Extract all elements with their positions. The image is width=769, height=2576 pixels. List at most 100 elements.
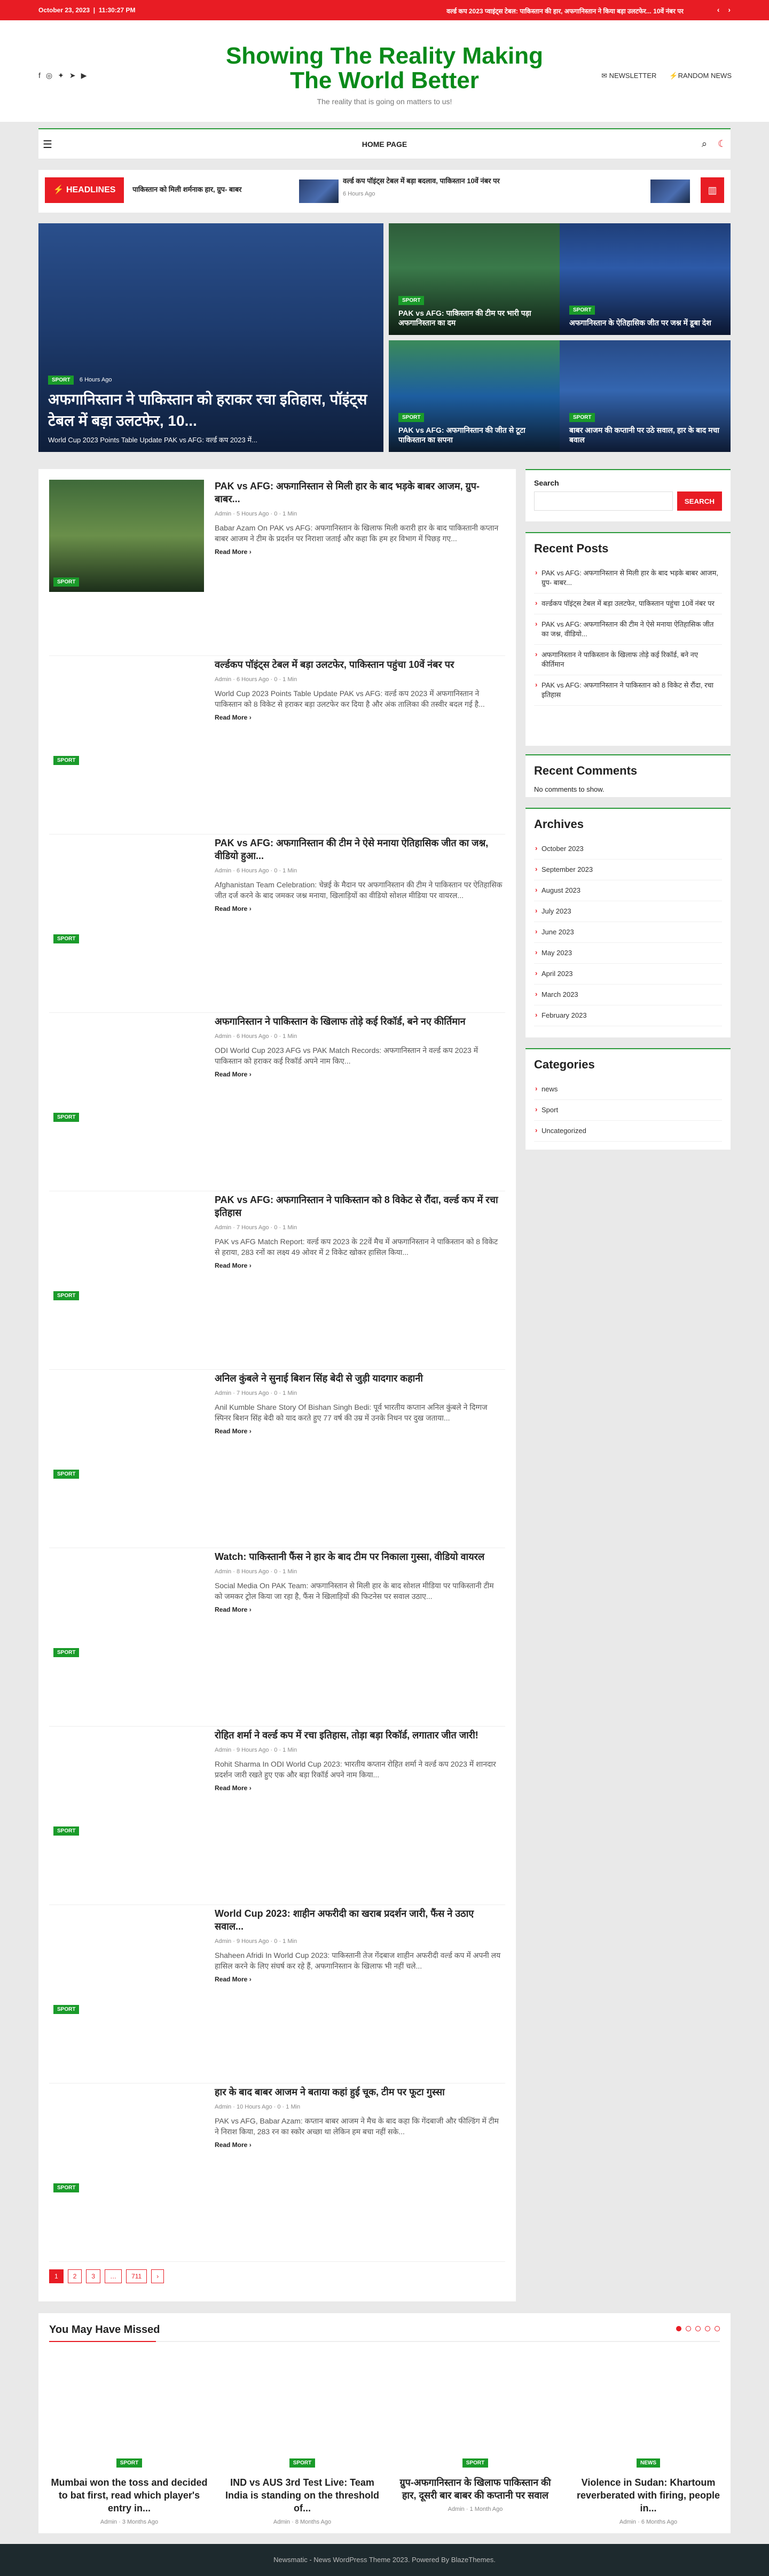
card-title[interactable]: ग्रुप-अफगानिस्तान के खिलाफ पाकिस्तान की … [395, 2476, 555, 2502]
post-title[interactable]: अफगानिस्तान ने पाकिस्तान के खिलाफ तोड़े … [215, 1015, 503, 1028]
post-title[interactable]: रोहित शर्मा ने वर्ल्ड कप में रचा इतिहास,… [215, 1729, 503, 1742]
missed-card[interactable]: SPORT IND vs AUS 3rd Test Live: Team Indi… [222, 2367, 382, 2525]
hero-post[interactable]: SPORT अफगानिस्तान के ऐतिहासिक जीत पर जश्न… [560, 223, 731, 335]
category-tag[interactable]: SPORT [289, 2458, 316, 2468]
archives-item[interactable]: April 2023 [534, 964, 722, 985]
page-link[interactable]: 1 [49, 2269, 64, 2283]
site-title[interactable]: Showing The Reality Making The World Bet… [224, 44, 545, 93]
random-news-link[interactable]: ⚡RANDOM NEWS [669, 72, 732, 80]
hero-post[interactable]: SPORT PAK vs AFG: अफगानिस्तान की जीत से ट… [389, 340, 560, 452]
headline-title[interactable]: वर्ल्ड कप पॉइंट्स टेबल में बड़ा बदलाव, प… [343, 176, 621, 186]
hero-post[interactable]: SPORT PAK vs AFG: पाकिस्तान की टीम पर भार… [389, 223, 560, 335]
post-thumbnail[interactable]: SPORT [49, 1907, 204, 2019]
headline-thumbnail[interactable] [650, 179, 690, 203]
archives-item[interactable]: March 2023 [534, 985, 722, 1005]
headline-title[interactable]: पाकिस्तान को मिली शर्मनाक हार, ग्रुप- बा… [132, 185, 293, 194]
archives-item[interactable]: September 2023 [534, 860, 722, 880]
read-more-link[interactable]: Read More › [215, 548, 503, 556]
post-title[interactable]: Watch: पाकिस्तानी फैंस ने हार के बाद टीम… [215, 1550, 503, 1563]
post-thumbnail[interactable]: SPORT [49, 1550, 204, 1662]
archives-item[interactable]: May 2023 [534, 943, 722, 964]
read-more-link[interactable]: Read More › [215, 1784, 503, 1792]
post-thumbnail[interactable]: SPORT [49, 658, 204, 770]
category-tag[interactable]: SPORT [53, 2005, 80, 2014]
page-link[interactable]: 711 [126, 2269, 147, 2283]
category-tag[interactable]: SPORT [569, 306, 595, 315]
recent-item[interactable]: वर्ल्डकप पॉइंट्स टेबल में बड़ा उलटफेर, प… [534, 594, 722, 614]
category-tag[interactable]: SPORT [48, 376, 74, 385]
post-thumbnail[interactable]: SPORT [49, 2086, 204, 2198]
telegram-icon[interactable]: ➤ [69, 71, 76, 80]
archives-item[interactable]: August 2023 [534, 880, 722, 901]
archives-item[interactable]: February 2023 [534, 1005, 722, 1026]
read-more-link[interactable]: Read More › [215, 1427, 503, 1435]
archives-item[interactable]: October 2023 [534, 839, 722, 860]
post-thumbnail[interactable]: SPORT [49, 837, 204, 949]
search-input[interactable] [534, 491, 673, 511]
card-title[interactable]: Mumbai won the toss and decided to bat f… [49, 2476, 209, 2515]
categories-item[interactable]: news [534, 1079, 722, 1100]
category-tag[interactable]: SPORT [53, 1291, 80, 1300]
hero-title[interactable]: PAK vs AFG: पाकिस्तान की टीम पर भारी पड़… [398, 308, 550, 327]
category-tag[interactable]: SPORT [116, 2458, 143, 2468]
missed-card[interactable]: NEWS Violence in Sudan: Khartoum reverber… [568, 2367, 728, 2525]
search-icon[interactable]: ⌕ [702, 138, 707, 150]
post-title[interactable]: PAK vs AFG: अफगानिस्तान ने पाकिस्तान को … [215, 1193, 503, 1219]
categories-item[interactable]: Uncategorized [534, 1121, 722, 1142]
post-thumbnail[interactable]: SPORT [49, 1729, 204, 1841]
card-title[interactable]: Violence in Sudan: Khartoum reverberated… [568, 2476, 728, 2515]
card-thumbnail[interactable] [395, 2367, 555, 2457]
page-link[interactable]: › [151, 2269, 164, 2283]
category-tag[interactable]: SPORT [53, 577, 80, 587]
recent-item[interactable]: PAK vs AFG: अफगानिस्तान की टीम ने ऐसे मन… [534, 614, 722, 645]
facebook-icon[interactable]: f [38, 71, 41, 80]
post-title[interactable]: वर्ल्डकप पॉइंट्स टेबल में बड़ा उलटफेर, प… [215, 658, 503, 671]
read-more-link[interactable]: Read More › [215, 714, 503, 721]
youtube-icon[interactable]: ▶ [81, 71, 87, 80]
read-more-link[interactable]: Read More › [215, 2141, 503, 2149]
headline-item[interactable]: पाकिस्तान को मिली शर्मनाक हार, ग्रुप- बा… [132, 185, 293, 194]
read-more-link[interactable]: Read More › [215, 905, 503, 912]
card-title[interactable]: IND vs AUS 3rd Test Live: Team India is … [222, 2476, 382, 2515]
categories-item[interactable]: Sport [534, 1100, 722, 1121]
twitter-icon[interactable]: ✦ [58, 71, 64, 80]
hero-title[interactable]: PAK vs AFG: अफगानिस्तान की जीत से टूटा प… [398, 425, 550, 444]
site-logo[interactable]: Showing The Reality Making The World Bet… [224, 44, 545, 106]
category-tag[interactable]: SPORT [53, 1113, 80, 1122]
category-tag[interactable]: SPORT [462, 2458, 489, 2468]
read-more-link[interactable]: Read More › [215, 1071, 503, 1078]
hero-title[interactable]: बाबर आजम की कप्तानी पर उठे सवाल, हार के … [569, 425, 721, 444]
post-title[interactable]: अनिल कुंबले ने सुनाई बिशन सिंह बेदी से ज… [215, 1372, 503, 1385]
category-tag[interactable]: SPORT [53, 934, 80, 943]
dark-mode-icon[interactable]: ☾ [718, 138, 726, 150]
hero-title[interactable]: अफगानिस्तान के ऐतिहासिक जीत पर जश्न में … [569, 318, 721, 327]
post-thumbnail[interactable]: SPORT [49, 1015, 204, 1127]
card-thumbnail[interactable] [568, 2367, 728, 2457]
category-tag[interactable]: SPORT [53, 1648, 80, 1657]
card-thumbnail[interactable] [222, 2367, 382, 2457]
nav-home[interactable]: HOME PAGE [38, 140, 731, 149]
missed-card[interactable]: SPORT Mumbai won the toss and decided to … [49, 2367, 209, 2525]
dot[interactable] [715, 2326, 720, 2331]
page-link[interactable]: 3 [86, 2269, 101, 2283]
carousel-dots[interactable] [676, 2326, 720, 2331]
category-tag[interactable]: SPORT [53, 2183, 80, 2192]
read-more-link[interactable]: Read More › [215, 1262, 503, 1269]
archives-item[interactable]: June 2023 [534, 922, 722, 943]
hero-title[interactable]: अफगानिस्तान ने पाकिस्तान को हराकर रचा इत… [48, 389, 374, 432]
hero-post[interactable]: SPORT बाबर आजम की कप्तानी पर उठे सवाल, हा… [560, 340, 731, 452]
instagram-icon[interactable]: ◎ [46, 71, 52, 80]
dot[interactable] [695, 2326, 701, 2331]
ticker-link[interactable]: वर्ल्ड कप 2023 प्वाइंट्स टेबल: पाकिस्तान… [446, 6, 684, 15]
search-button[interactable]: SEARCH [677, 491, 722, 511]
post-title[interactable]: हार के बाद बाबर आजम ने बताया कहां हुई चू… [215, 2086, 503, 2098]
category-tag[interactable]: SPORT [53, 1470, 80, 1479]
recent-item[interactable]: PAK vs AFG: अफगानिस्तान से मिली हार के ब… [534, 563, 722, 594]
dot[interactable] [686, 2326, 691, 2331]
ticker-nav[interactable]: ‹ › [717, 5, 734, 14]
newsletter-link[interactable]: ✉ NEWSLETTER [601, 72, 656, 80]
page-link[interactable]: 2 [67, 2269, 82, 2283]
read-more-link[interactable]: Read More › [215, 1606, 503, 1613]
category-tag[interactable]: SPORT [53, 756, 80, 765]
headline-thumbnail[interactable] [299, 179, 339, 203]
